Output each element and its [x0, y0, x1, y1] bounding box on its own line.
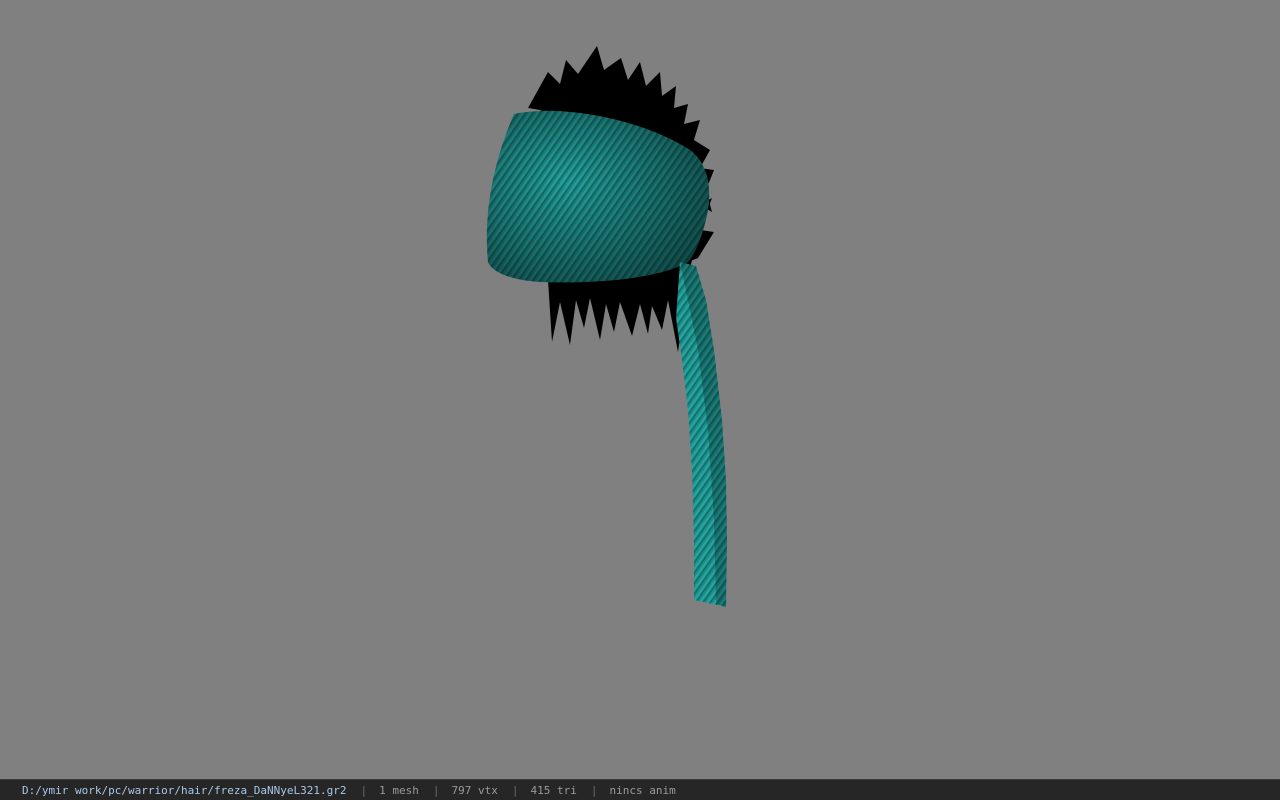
status-separator: | — [511, 783, 519, 797]
mesh-count-label: 1 mesh — [379, 783, 419, 797]
status-separator: | — [360, 783, 368, 797]
status-bar: D:/ymir work/pc/warrior/hair/freza_DaNNy… — [0, 779, 1280, 800]
triangle-count-label: 415 tri — [530, 783, 577, 797]
hair-model-render — [486, 46, 727, 607]
vertex-count-label: 797 vtx — [451, 783, 498, 797]
status-separator: | — [590, 783, 598, 797]
status-separator: | — [432, 783, 440, 797]
animation-status-label: nincs anim — [609, 783, 676, 797]
file-path-label: D:/ymir work/pc/warrior/hair/freza_DaNNy… — [22, 783, 347, 797]
model-viewport[interactable] — [0, 0, 1280, 779]
